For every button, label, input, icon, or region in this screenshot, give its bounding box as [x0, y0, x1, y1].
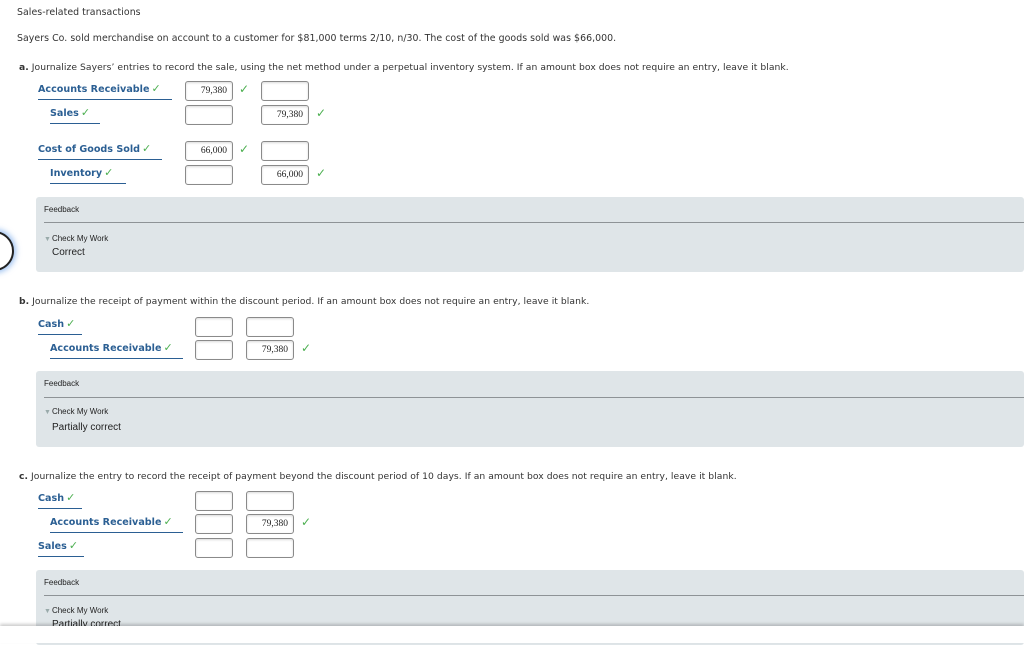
account-select-cost-of-goods-sold[interactable]: Cost of Goods Sold ✓	[38, 142, 162, 160]
feedback-panel-b: Feedback ▼Check My Work Partially correc…	[36, 371, 1024, 447]
check-icon: ✓	[142, 142, 152, 155]
debit-input[interactable]	[185, 165, 233, 185]
check-icon: ✓	[301, 515, 312, 529]
check-my-work-toggle[interactable]: ▼Check My Work	[44, 606, 108, 615]
check-icon: ✓	[163, 341, 173, 354]
debit-input[interactable]	[195, 340, 233, 360]
debit-input[interactable]: 79,380	[185, 81, 233, 101]
triangle-down-icon: ▼	[44, 608, 51, 615]
account-select-cash[interactable]: Cash ✓	[38, 317, 82, 335]
check-icon: ✓	[239, 82, 250, 96]
part-c-text: Journalize the entry to record the recei…	[31, 471, 737, 482]
feedback-header: Feedback	[44, 205, 80, 214]
part-c-label: c.	[19, 471, 29, 482]
credit-input[interactable]: 79,380	[246, 340, 294, 360]
credit-input[interactable]	[246, 491, 294, 511]
account-select-cash[interactable]: Cash ✓	[38, 491, 82, 509]
part-a-label: a.	[19, 62, 29, 73]
feedback-result: Partially correct	[52, 422, 121, 433]
feedback-header: Feedback	[44, 578, 80, 587]
debit-input[interactable]	[195, 491, 233, 511]
check-icon: ✓	[316, 106, 327, 120]
feedback-result: Correct	[52, 247, 85, 258]
part-a-prompt: a. Journalize Sayers’ entries to record …	[19, 62, 789, 73]
account-select-accounts-receivable[interactable]: Accounts Receivable ✓	[38, 82, 172, 100]
account-select-sales[interactable]: Sales ✓	[50, 106, 100, 124]
credit-input[interactable]: 79,380	[246, 514, 294, 534]
check-my-work-toggle[interactable]: ▼Check My Work	[44, 234, 108, 243]
check-icon: ✓	[151, 82, 161, 95]
part-b-text: Journalize the receipt of payment within…	[32, 296, 590, 307]
account-select-accounts-receivable[interactable]: Accounts Receivable ✓	[50, 515, 183, 533]
check-icon: ✓	[104, 166, 114, 179]
problem-statement: Sayers Co. sold merchandise on account t…	[17, 33, 617, 44]
focus-ring-indicator	[0, 231, 14, 271]
check-icon: ✓	[239, 142, 250, 156]
triangle-down-icon: ▼	[44, 409, 51, 416]
part-c-prompt: c. Journalize the entry to record the re…	[19, 471, 737, 482]
feedback-panel-a: Feedback ▼Check My Work Correct	[36, 197, 1024, 272]
credit-input[interactable]: 66,000	[261, 165, 309, 185]
check-my-work-toggle[interactable]: ▼Check My Work	[44, 407, 108, 416]
feedback-header: Feedback	[44, 379, 80, 388]
part-b-label: b.	[19, 296, 30, 307]
page-title: Sales-related transactions	[17, 7, 141, 18]
bottom-toolbar-edge	[0, 626, 1024, 643]
debit-input[interactable]: 66,000	[185, 141, 233, 161]
debit-input[interactable]	[185, 105, 233, 125]
credit-input[interactable]	[261, 81, 309, 101]
part-a-text: Journalize Sayers’ entries to record the…	[31, 62, 789, 73]
credit-input[interactable]	[246, 538, 294, 558]
check-icon: ✓	[80, 106, 91, 119]
part-b-prompt: b. Journalize the receipt of payment wit…	[19, 296, 589, 307]
check-icon: ✓	[301, 341, 312, 355]
feedback-divider	[44, 397, 1024, 398]
credit-input[interactable]	[261, 141, 309, 161]
debit-input[interactable]	[195, 317, 233, 337]
credit-input[interactable]: 79,380	[261, 105, 309, 125]
account-select-sales[interactable]: Sales ✓	[38, 539, 84, 557]
check-icon: ✓	[66, 317, 76, 330]
account-select-inventory[interactable]: Inventory ✓	[50, 166, 126, 184]
check-icon: ✓	[68, 539, 79, 552]
check-icon: ✓	[66, 491, 76, 504]
check-icon: ✓	[163, 515, 173, 528]
triangle-down-icon: ▼	[44, 236, 51, 243]
debit-input[interactable]	[195, 514, 233, 534]
account-select-accounts-receivable[interactable]: Accounts Receivable ✓	[50, 341, 183, 359]
feedback-divider	[44, 222, 1024, 223]
debit-input[interactable]	[195, 538, 233, 558]
feedback-divider	[44, 595, 1024, 596]
check-icon: ✓	[316, 166, 327, 180]
credit-input[interactable]	[246, 317, 294, 337]
